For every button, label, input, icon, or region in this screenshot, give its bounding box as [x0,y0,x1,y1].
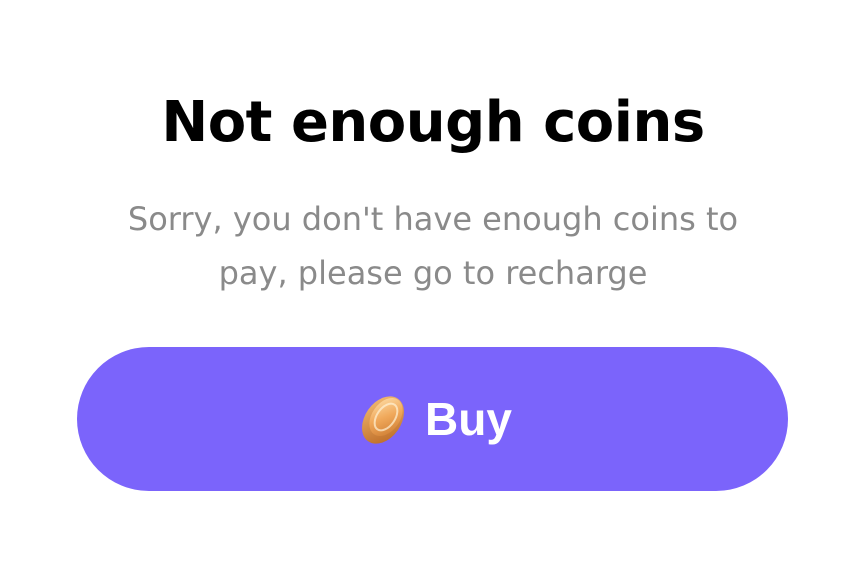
dialog-title: Not enough coins [161,90,705,155]
dialog-message: Sorry, you don't have enough coins to pa… [127,200,739,292]
buy-button-label: Buy [425,393,512,445]
buy-button[interactable]: Buy [77,347,788,491]
coin-icon [353,390,411,448]
not-enough-coins-dialog: Not enough coins Sorry, you don't have e… [0,0,866,566]
